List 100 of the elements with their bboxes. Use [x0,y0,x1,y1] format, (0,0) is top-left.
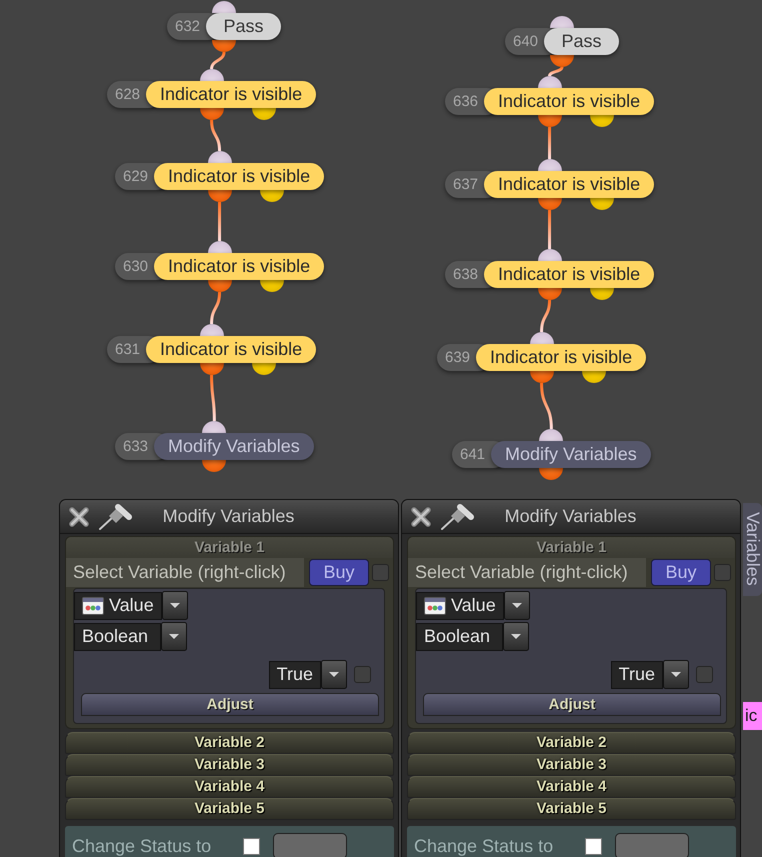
input-port-icon[interactable] [530,332,554,344]
node-title[interactable]: Indicator is visible [146,81,316,108]
connector-wire [210,374,216,422]
variable-header[interactable]: Variable 5 [407,798,736,820]
panel-title: Modify Variables [504,506,638,527]
node-title[interactable]: Indicator is visible [484,88,654,115]
pin-icon[interactable] [440,504,474,530]
adjust-button[interactable]: Adjust [81,693,379,716]
input-port-icon[interactable] [538,249,562,261]
condition-port-icon[interactable] [582,371,606,383]
caret-icon[interactable] [161,622,187,651]
variable-header[interactable]: Variable 2 [407,732,736,754]
status-checkbox[interactable] [585,838,602,854]
buy-checkbox[interactable] [372,564,389,581]
condition-port-icon[interactable] [590,198,614,210]
output-port-icon[interactable] [538,198,562,210]
panel-title: Modify Variables [162,506,296,527]
variable-header[interactable]: Variable 4 [65,776,394,798]
connector-wire [548,127,552,159]
pin-icon[interactable] [98,504,132,530]
node-title[interactable]: Indicator is visible [146,336,316,363]
status-checkbox[interactable] [243,838,260,854]
output-port-icon[interactable] [538,288,562,300]
boolean-choice-dropdown[interactable]: True [610,660,663,688]
input-port-icon[interactable] [202,421,226,433]
node-title[interactable]: Indicator is visible [154,253,324,280]
output-port-icon[interactable] [200,108,224,120]
input-port-icon[interactable] [212,1,236,13]
source-dropdown[interactable]: Value [416,592,504,620]
variable-header[interactable]: Variable 5 [65,798,394,820]
output-port-icon[interactable] [202,460,226,472]
node-title[interactable]: Pass [206,13,282,40]
side-tab[interactable]: Variables [743,503,762,596]
adjust-button[interactable]: Adjust [423,693,721,716]
connector-wire [210,120,222,152]
buy-checkbox[interactable] [714,564,731,581]
connector-wire [218,202,222,241]
output-port-icon[interactable] [212,40,236,52]
input-port-icon[interactable] [208,241,232,253]
status-label: Change Status to [72,836,212,856]
output-port-icon[interactable] [550,55,574,67]
input-port-icon[interactable] [539,429,564,441]
connector-wire [540,300,552,332]
connector-wire [548,210,552,249]
option-checkbox[interactable] [696,666,713,683]
variable-header[interactable]: Variable 4 [407,776,736,798]
node-title[interactable]: Indicator is visible [476,344,646,371]
connector-wire [540,382,553,430]
input-port-icon[interactable] [200,324,224,336]
value-icon [82,596,104,614]
input-port-icon[interactable] [538,76,562,88]
output-port-icon[interactable] [200,363,224,375]
connector-wire [548,66,564,76]
node-title[interactable]: Modify Variables [154,433,314,460]
connector-wire [210,52,226,70]
caret-icon[interactable] [504,591,530,620]
condition-port-icon[interactable] [590,115,614,127]
output-port-icon[interactable] [208,190,232,202]
type-dropdown[interactable]: Boolean [416,622,503,650]
boolean-choice-dropdown[interactable]: True [268,660,321,688]
condition-port-icon[interactable] [252,108,276,120]
output-port-icon[interactable] [530,371,554,383]
caret-icon[interactable] [162,591,188,620]
buy-button[interactable]: Buy [309,559,369,586]
variable-header[interactable]: Variable 2 [65,732,394,754]
close-icon[interactable] [68,506,90,528]
node-title[interactable]: Indicator is visible [484,171,654,198]
node-title[interactable]: Pass [544,28,620,55]
status-field[interactable] [273,833,347,857]
condition-port-icon[interactable] [260,190,284,202]
condition-port-icon[interactable] [260,280,284,292]
value-icon [424,596,446,614]
connector-wire [210,292,222,324]
type-dropdown[interactable]: Boolean [74,622,161,650]
condition-port-icon[interactable] [590,288,614,300]
input-port-icon[interactable] [200,69,224,81]
variable-header[interactable]: Variable 3 [65,754,394,776]
caret-icon[interactable] [663,660,689,689]
node-title[interactable]: Indicator is visible [484,261,654,288]
input-port-icon[interactable] [208,151,232,163]
input-port-icon[interactable] [550,16,574,28]
caret-icon[interactable] [503,622,529,651]
close-icon[interactable] [410,506,432,528]
input-port-icon[interactable] [538,159,562,171]
edge-label: ic [743,702,762,730]
output-port-icon[interactable] [539,468,564,480]
condition-port-icon[interactable] [252,363,276,375]
output-port-icon[interactable] [208,280,232,292]
option-checkbox[interactable] [354,666,371,683]
status-label: Change Status to [414,836,554,856]
source-dropdown[interactable]: Value [74,592,162,620]
output-port-icon[interactable] [538,115,562,127]
variable-selector[interactable]: Select Variable (right-click) [66,558,304,587]
node-title[interactable]: Indicator is visible [154,163,324,190]
status-field[interactable] [615,833,689,857]
variable-selector[interactable]: Select Variable (right-click) [408,558,646,587]
buy-button[interactable]: Buy [651,559,711,586]
variable-header[interactable]: Variable 3 [407,754,736,776]
node-title[interactable]: Modify Variables [491,441,651,468]
caret-icon[interactable] [321,660,347,689]
